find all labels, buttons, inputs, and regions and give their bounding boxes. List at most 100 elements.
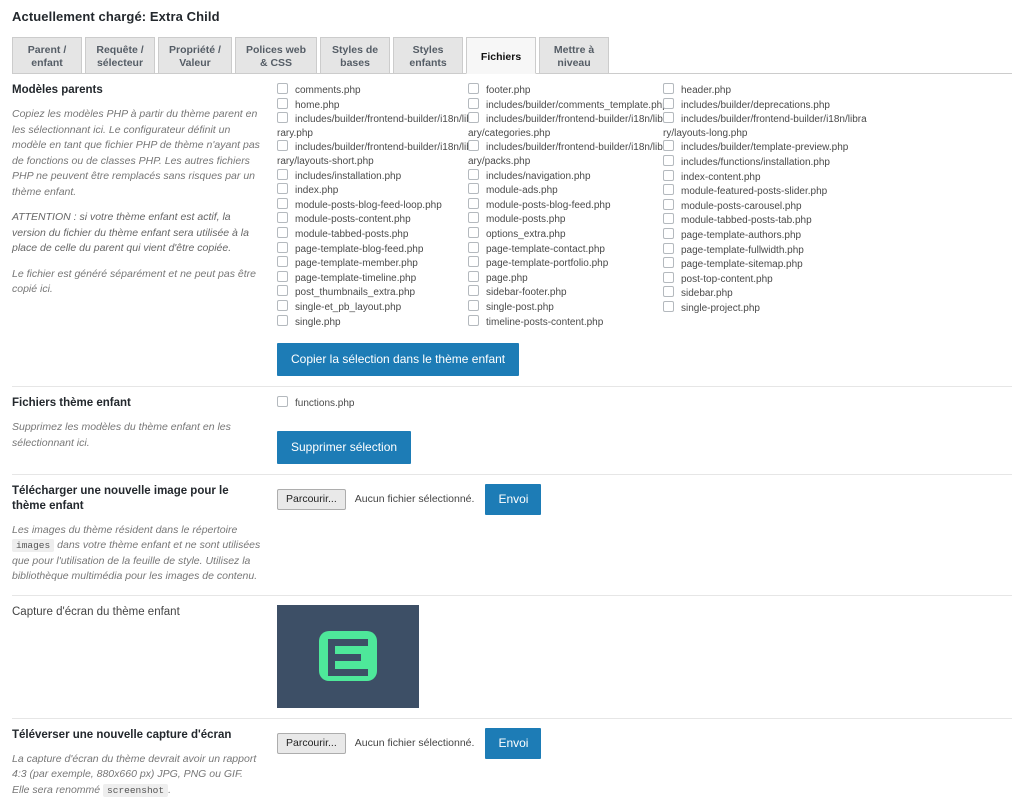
checkbox-icon[interactable] [468,314,479,326]
checkbox-icon[interactable] [663,227,674,239]
tab-base-styles[interactable]: Styles de bases [320,37,391,73]
parent-template-item[interactable]: post_thumbnails_extra.php [277,285,473,300]
checkbox-icon[interactable] [277,197,288,209]
checkbox-icon[interactable] [663,97,674,109]
checkbox-icon[interactable] [468,168,479,180]
parent-template-item[interactable]: timeline-posts-content.php [468,314,668,330]
parent-template-item[interactable]: index-content.php [663,169,868,185]
checkbox-icon[interactable] [277,112,288,124]
parent-template-item[interactable]: page-template-timeline.php [277,270,473,286]
parent-template-item[interactable]: module-featured-posts-slider.php [663,184,868,199]
checkbox-icon[interactable] [277,212,288,224]
parent-template-item[interactable]: includes/builder/frontend-builder/i18n/l… [468,140,668,168]
tab-property-value[interactable]: Propriété / Valeur [158,37,232,73]
checkbox-icon[interactable] [468,197,479,209]
parent-template-item[interactable]: page-template-fullwidth.php [663,242,868,258]
checkbox-icon[interactable] [468,183,479,195]
parent-template-item[interactable]: post-top-content.php [663,271,868,287]
parent-template-item[interactable]: module-tabbed-posts.php [277,226,473,242]
parent-template-item[interactable]: single-project.php [663,300,868,316]
checkbox-icon[interactable] [663,83,674,94]
checkbox-icon[interactable] [468,140,479,152]
parent-template-item[interactable]: includes/functions/installation.php [663,154,868,170]
parent-template-item[interactable]: home.php [277,97,473,113]
checkbox-icon[interactable] [468,270,479,282]
parent-template-item[interactable]: module-posts-blog-feed-loop.php [277,197,473,213]
child-file-item[interactable]: functions.php [277,396,1012,411]
checkbox-icon[interactable] [277,270,288,282]
parent-template-item[interactable]: sidebar-footer.php [468,285,668,300]
parent-template-item[interactable]: includes/builder/frontend-builder/i18n/l… [277,112,473,140]
checkbox-icon[interactable] [663,257,674,269]
checkbox-icon[interactable] [277,168,288,180]
checkbox-icon[interactable] [663,198,674,210]
parent-template-item[interactable]: includes/builder/deprecations.php [663,97,868,113]
screenshot-submit-button[interactable]: Envoi [485,727,542,759]
checkbox-icon[interactable] [663,169,674,181]
checkbox-icon[interactable] [468,299,479,311]
checkbox-icon[interactable] [277,140,288,152]
checkbox-icon[interactable] [468,256,479,268]
parent-template-item[interactable]: module-ads.php [468,183,668,198]
checkbox-icon[interactable] [663,242,674,254]
checkbox-icon[interactable] [277,314,288,326]
parent-template-item[interactable]: module-posts.php [468,212,668,227]
parent-template-item[interactable]: page-template-sitemap.php [663,257,868,272]
checkbox-icon[interactable] [468,97,479,109]
parent-template-item[interactable]: header.php [663,83,868,98]
checkbox-icon[interactable] [663,286,674,298]
parent-template-item[interactable]: includes/builder/frontend-builder/i18n/l… [277,140,473,168]
checkbox-icon[interactable] [663,140,674,152]
checkbox-icon[interactable] [277,226,288,238]
delete-selection-button[interactable]: Supprimer sélection [277,430,412,464]
parent-template-item[interactable]: module-posts-content.php [277,212,473,227]
parent-template-item[interactable]: single.php [277,314,473,330]
parent-template-item[interactable]: page-template-blog-feed.php [277,241,473,257]
parent-template-item[interactable]: includes/builder/template-preview.php [663,140,868,155]
checkbox-icon[interactable] [277,241,288,253]
parent-template-item[interactable]: includes/builder/frontend-builder/i18n/l… [468,112,668,140]
tab-upgrade[interactable]: Mettre à niveau [539,37,610,73]
tab-query-selector[interactable]: Requête / sélecteur [85,37,155,73]
parent-template-item[interactable]: includes/builder/comments_template.php [468,97,668,113]
checkbox-icon[interactable] [663,213,674,225]
parent-template-item[interactable]: options_extra.php [468,226,668,242]
checkbox-icon[interactable] [277,83,288,94]
checkbox-icon[interactable] [468,285,479,297]
parent-template-item[interactable]: page.php [468,270,668,286]
checkbox-icon[interactable] [277,183,288,195]
parent-template-item[interactable]: module-tabbed-posts-tab.php [663,213,868,228]
parent-template-item[interactable]: includes/navigation.php [468,168,668,184]
checkbox-icon[interactable] [468,112,479,124]
parent-template-item[interactable]: includes/installation.php [277,168,473,184]
parent-template-item[interactable]: page-template-portfolio.php [468,256,668,271]
checkbox-icon[interactable] [663,300,674,312]
tab-files[interactable]: Fichiers [466,37,537,74]
checkbox-icon[interactable] [277,97,288,109]
screenshot-browse-button[interactable]: Parcourir... [277,732,346,754]
parent-template-item[interactable]: page-template-member.php [277,256,473,271]
checkbox-icon[interactable] [277,299,288,311]
parent-template-item[interactable]: module-posts-carousel.php [663,198,868,214]
checkbox-icon[interactable] [663,154,674,166]
checkbox-icon[interactable] [277,285,288,297]
checkbox-icon[interactable] [277,256,288,268]
parent-template-item[interactable]: single-et_pb_layout.php [277,299,473,315]
parent-template-item[interactable]: includes/builder/frontend-builder/i18n/l… [663,112,868,140]
checkbox-icon[interactable] [663,271,674,283]
parent-template-item[interactable]: page-template-authors.php [663,227,868,243]
checkbox-icon[interactable] [663,184,674,196]
parent-template-item[interactable]: comments.php [277,83,473,98]
parent-template-item[interactable]: module-posts-blog-feed.php [468,197,668,213]
image-browse-button[interactable]: Parcourir... [277,488,346,510]
checkbox-icon[interactable] [468,241,479,253]
parent-template-item[interactable]: footer.php [468,83,668,98]
checkbox-icon[interactable] [468,226,479,238]
parent-template-item[interactable]: single-post.php [468,299,668,315]
checkbox-icon[interactable] [663,112,674,124]
tab-web-fonts-css[interactable]: Polices web & CSS [234,37,318,73]
tab-child-styles[interactable]: Styles enfants [393,37,464,73]
checkbox-icon[interactable] [468,212,479,224]
image-submit-button[interactable]: Envoi [485,483,542,515]
checkbox-icon[interactable] [468,83,479,94]
